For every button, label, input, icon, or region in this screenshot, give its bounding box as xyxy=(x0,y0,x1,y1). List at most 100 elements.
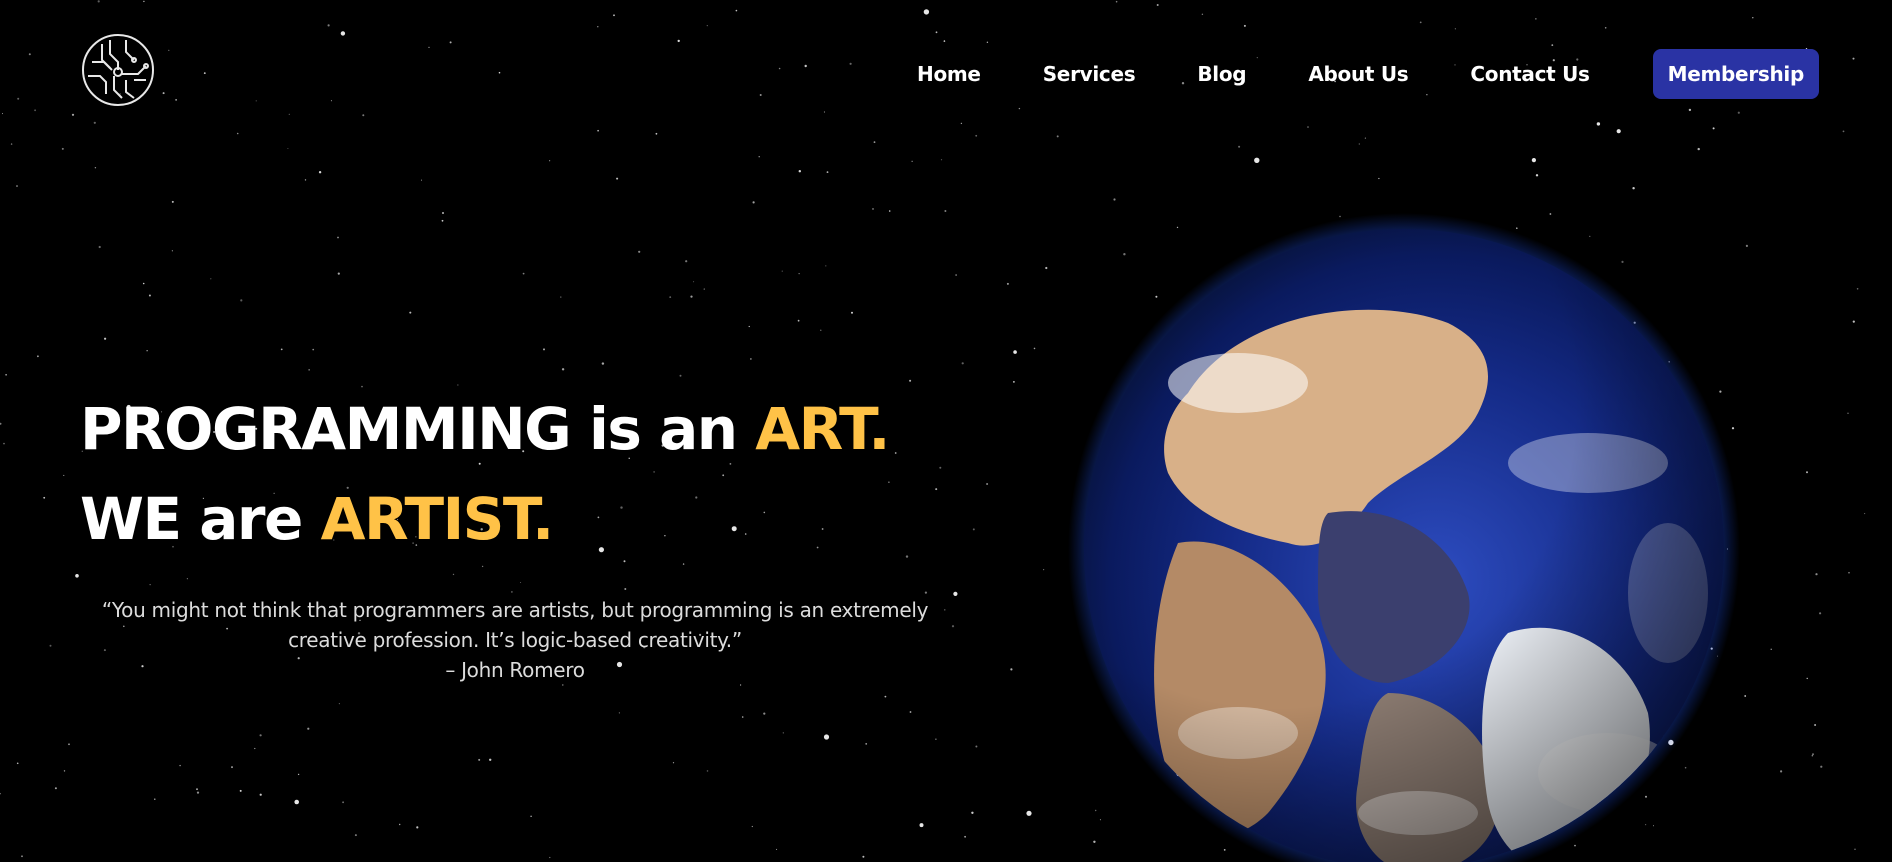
star xyxy=(961,362,964,365)
star xyxy=(63,770,66,772)
star xyxy=(748,325,750,328)
star xyxy=(597,129,599,132)
star xyxy=(75,574,79,578)
star xyxy=(98,245,101,249)
star xyxy=(862,855,865,858)
star xyxy=(826,171,829,174)
star xyxy=(672,762,675,764)
star xyxy=(168,49,170,52)
star xyxy=(154,798,156,800)
star xyxy=(1780,770,1783,773)
star xyxy=(1814,724,1817,726)
star xyxy=(530,815,532,817)
star xyxy=(307,727,310,730)
star xyxy=(706,770,709,772)
star xyxy=(1604,27,1607,29)
star xyxy=(210,278,212,280)
star xyxy=(21,855,23,858)
star xyxy=(236,132,239,135)
star xyxy=(416,826,419,829)
star xyxy=(986,483,989,485)
star xyxy=(308,369,310,371)
star xyxy=(1770,648,1772,650)
star xyxy=(1043,569,1045,571)
star xyxy=(327,24,330,27)
star xyxy=(943,40,946,42)
star xyxy=(1018,107,1021,110)
star xyxy=(1688,108,1692,112)
star xyxy=(561,368,565,371)
star xyxy=(288,113,290,115)
star xyxy=(143,0,145,3)
star xyxy=(63,474,65,476)
star xyxy=(442,212,444,214)
star xyxy=(758,156,760,158)
star xyxy=(231,766,233,769)
star xyxy=(1815,573,1818,576)
logo-icon[interactable] xyxy=(80,32,156,108)
star xyxy=(93,121,96,124)
hero-line1-accent: ART. xyxy=(755,395,890,463)
star xyxy=(1856,288,1859,290)
nav-about-link[interactable]: About Us xyxy=(1308,49,1408,99)
star xyxy=(1364,137,1366,139)
star xyxy=(601,362,605,365)
star xyxy=(1744,695,1747,697)
star xyxy=(560,296,562,298)
star xyxy=(1243,24,1246,27)
star xyxy=(337,236,339,239)
star xyxy=(149,584,151,586)
star xyxy=(16,762,19,765)
star xyxy=(638,250,641,253)
star xyxy=(1819,612,1822,615)
star xyxy=(2,113,3,115)
star xyxy=(1115,0,1118,3)
nav-contact-link[interactable]: Contact Us xyxy=(1470,49,1590,99)
nav-home-link[interactable]: Home xyxy=(917,49,981,99)
earth-globe-image xyxy=(1068,213,1740,862)
star xyxy=(330,100,332,102)
hero-line2-accent: ARTIST. xyxy=(320,485,555,553)
star xyxy=(171,200,174,203)
star xyxy=(175,99,178,101)
star xyxy=(478,758,481,761)
page: Home Services Blog About Us Contact Us M… xyxy=(0,0,1892,862)
star xyxy=(549,160,551,162)
star xyxy=(338,703,340,705)
star xyxy=(624,588,627,590)
star xyxy=(735,9,738,12)
membership-button[interactable]: Membership xyxy=(1652,49,1819,99)
star xyxy=(782,732,784,734)
star xyxy=(703,288,705,290)
star xyxy=(820,329,822,331)
star xyxy=(940,159,943,161)
nav-blog-link[interactable]: Blog xyxy=(1197,49,1246,99)
star xyxy=(823,734,830,740)
star xyxy=(804,64,807,68)
star xyxy=(196,788,198,791)
star xyxy=(909,379,912,382)
star xyxy=(975,745,978,748)
star xyxy=(873,141,876,144)
star xyxy=(1535,18,1537,20)
nav-services-link[interactable]: Services xyxy=(1043,49,1136,99)
star xyxy=(43,496,46,499)
star xyxy=(1006,282,1009,285)
star xyxy=(186,578,188,580)
star xyxy=(409,311,412,314)
star xyxy=(1852,57,1855,60)
star xyxy=(171,250,173,252)
star xyxy=(280,348,283,351)
star xyxy=(935,31,938,34)
star xyxy=(971,811,974,814)
star xyxy=(1632,187,1635,190)
star xyxy=(162,92,165,95)
star xyxy=(923,9,930,15)
star xyxy=(865,743,868,745)
hero-line2: WE are ARTIST. xyxy=(80,485,555,553)
star xyxy=(939,466,942,469)
star xyxy=(399,823,401,826)
star xyxy=(677,39,680,43)
star xyxy=(1026,810,1032,816)
star xyxy=(337,272,340,275)
